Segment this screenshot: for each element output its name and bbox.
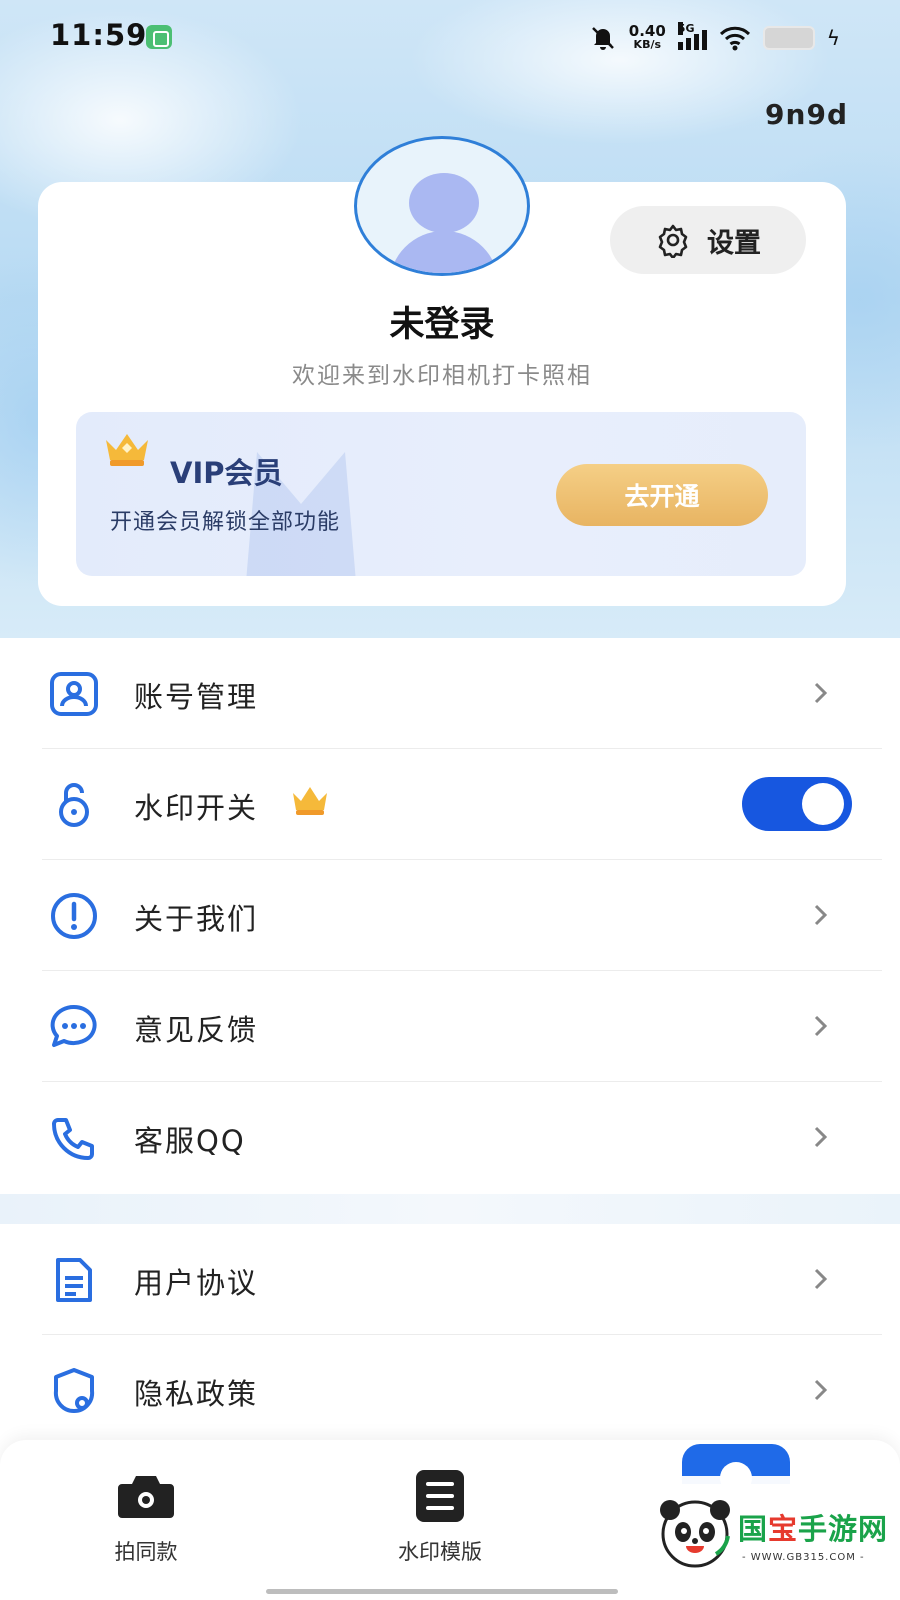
nav-label: 水印模版 [398,1540,482,1564]
info-icon [51,893,97,939]
wifi-icon [719,26,750,51]
battery-icon [762,26,815,50]
nav-item-shoot-same[interactable]: 拍同款 [66,1464,226,1584]
network-speed: 0.40 KB/s [628,22,666,52]
header-tag: 9n9d [765,98,848,131]
chevron-right-icon [814,1268,828,1290]
menu-item-privacy-policy[interactable]: 隐私政策 [0,1335,900,1446]
charging-icon: ϟ [826,26,840,50]
lock-icon [59,783,89,827]
menu-item-label: 隐私政策 [134,1377,259,1411]
chevron-right-icon [814,904,828,926]
home-indicator [266,1589,618,1594]
watermark-url: - WWW.GB315.COM - [742,1552,865,1563]
template-icon [416,1470,464,1522]
network-type: 5G [677,22,695,35]
site-watermark: 国宝手游网 - WWW.GB315.COM - [638,1476,900,1600]
chevron-right-icon [814,682,828,704]
settings-button[interactable]: 设置 [610,206,806,274]
nav-label: 拍同款 [114,1540,178,1564]
menu-item-label: 账号管理 [134,680,259,714]
cellular-signal-icon: 5G [677,22,707,50]
chevron-right-icon [814,1015,828,1037]
menu-item-label: 用户协议 [134,1266,259,1300]
menu-list: 账号管理 水印开关 关于我们 意见反馈 客服QQ [0,638,900,1194]
legal-menu-list: 用户协议 隐私政策 [0,1224,900,1446]
menu-item-user-agreement[interactable]: 用户协议 [0,1224,900,1335]
vip-title: VIP会员 [170,456,283,490]
menu-item-account[interactable]: 账号管理 [0,638,900,749]
vip-subtitle: 开通会员解锁全部功能 [110,510,341,535]
chevron-right-icon [814,1126,828,1148]
vip-crown-icon [293,787,327,815]
network-speed-unit: KB/s [633,38,662,51]
vip-activate-button[interactable]: 去开通 [556,464,768,526]
watermark-brand: 国宝手游网 [738,1512,889,1546]
nav-item-watermark-template[interactable]: 水印模版 [360,1464,520,1584]
menu-item-about[interactable]: 关于我们 [0,860,900,971]
phone-icon [52,1118,94,1160]
app-notification-icon [146,25,172,49]
account-icon [50,672,98,716]
camera-icon [118,1476,174,1518]
menu-item-label: 客服QQ [134,1124,246,1158]
menu-item-feedback[interactable]: 意见反馈 [0,971,900,1082]
chevron-right-icon [814,1379,828,1401]
mute-bell-icon [591,27,614,50]
watermark-toggle[interactable] [742,777,852,831]
status-bar: 11:59 0.40 KB/s 5G ϟ [0,0,900,76]
welcome-text: 欢迎来到水印相机打卡照相 [292,363,592,389]
menu-item-label: 意见反馈 [134,1013,259,1047]
status-indicators: 0.40 KB/s 5G ϟ [589,20,840,56]
section-separator [0,1194,900,1224]
menu-item-label: 水印开关 [134,791,259,825]
settings-label: 设置 [707,227,761,259]
panda-logo-icon [660,1500,730,1568]
shield-icon [53,1368,95,1414]
vip-banner[interactable]: VIP会员 开通会员解锁全部功能 去开通 [76,412,806,576]
chat-icon [50,1004,97,1047]
login-status[interactable]: 未登录 [38,296,846,347]
network-speed-value: 0.40 [628,22,666,40]
menu-item-watermark-switch: 水印开关 [0,749,900,860]
gear-icon [658,224,688,258]
crown-icon [106,434,148,466]
document-icon [56,1258,92,1302]
avatar[interactable] [354,136,530,276]
menu-item-customer-service[interactable]: 客服QQ [0,1082,900,1193]
status-time: 11:59 [50,18,148,52]
menu-item-label: 关于我们 [134,902,259,936]
